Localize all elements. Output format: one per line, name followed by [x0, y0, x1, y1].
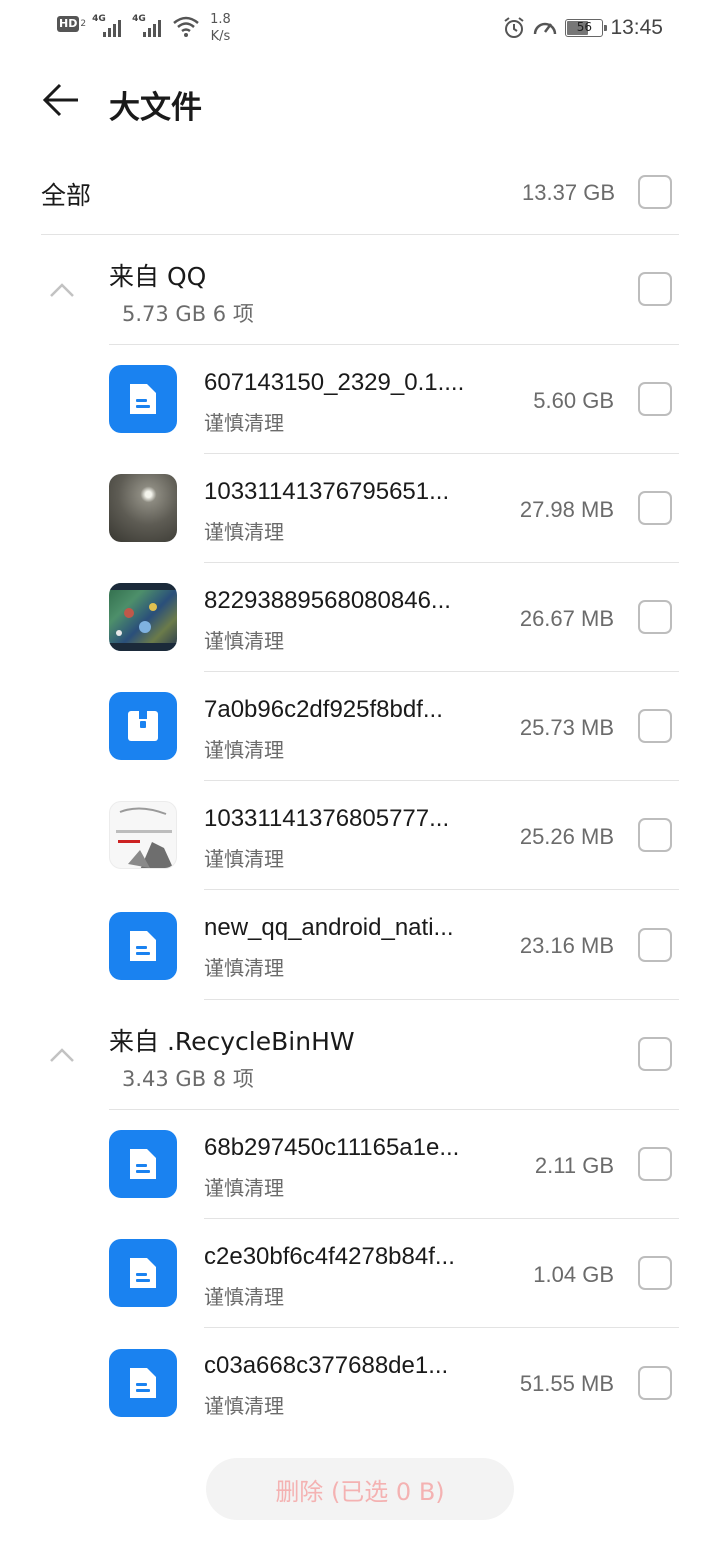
hd-sub-label: 2	[80, 19, 87, 29]
file-row[interactable]: c03a668c377688de1... 谨慎清理 51.55 MB	[0, 1328, 720, 1437]
page-title: 大文件	[109, 90, 202, 126]
file-name: 68b297450c11165a1e...	[204, 1134, 460, 1161]
file-checkbox[interactable]	[638, 928, 672, 962]
hd-label: HD	[57, 16, 80, 32]
select-all-row[interactable]: 全部 13.37 GB	[41, 160, 679, 235]
file-note: 谨慎清理	[204, 847, 284, 871]
file-checkbox[interactable]	[638, 600, 672, 634]
file-row[interactable]: 10331141376795651... 谨慎清理 27.98 MB	[0, 454, 720, 563]
group-checkbox[interactable]	[638, 272, 672, 306]
chevron-up-icon[interactable]	[49, 282, 75, 298]
file-size: 26.67 MB	[519, 606, 614, 631]
document-icon	[109, 365, 177, 433]
battery-level: 56	[576, 20, 593, 34]
back-button[interactable]	[36, 80, 86, 124]
wifi-icon	[172, 14, 200, 38]
file-checkbox[interactable]	[638, 382, 672, 416]
document-icon	[109, 1130, 177, 1198]
group-title: 来自 QQ	[109, 262, 207, 291]
delete-button[interactable]: 删除 (已选 0 B)	[206, 1458, 514, 1520]
file-checkbox[interactable]	[638, 1256, 672, 1290]
status-right: 56 13:45	[503, 14, 663, 42]
archive-icon	[109, 692, 177, 760]
file-row[interactable]: c2e30bf6c4f4278b84f... 谨慎清理 1.04 GB	[0, 1219, 720, 1328]
status-bar: HD 2 4G 4G 1.8 K/s 56 13:45	[0, 0, 720, 56]
status-left: HD 2 4G 4G 1.8 K/s	[57, 11, 231, 45]
file-size: 25.73 MB	[519, 715, 614, 740]
document-icon	[109, 912, 177, 980]
file-checkbox[interactable]	[638, 1366, 672, 1400]
select-all-label: 全部	[41, 181, 92, 210]
group-title: 来自 .RecycleBinHW	[109, 1027, 355, 1056]
file-row[interactable]: 82293889568080846... 谨慎清理 26.67 MB	[0, 563, 720, 672]
file-row[interactable]: 607143150_2329_0.1.... 谨慎清理 5.60 GB	[0, 345, 720, 454]
file-name: new_qq_android_nati...	[204, 914, 454, 941]
file-size: 1.04 GB	[533, 1262, 614, 1287]
file-size: 27.98 MB	[519, 497, 614, 522]
chevron-up-icon[interactable]	[49, 1047, 75, 1063]
file-name: 10331141376805777...	[204, 805, 450, 832]
delete-button-label: 删除 (已选 0 B)	[275, 1477, 445, 1506]
group-header-qq[interactable]: 来自 QQ 5.73 GB 6 项	[0, 235, 720, 345]
network-speed-value: 1.8	[210, 12, 231, 27]
file-row[interactable]: 7a0b96c2df925f8bdf... 谨慎清理 25.73 MB	[0, 672, 720, 781]
alarm-icon	[503, 16, 525, 40]
photo-thumbnail-light	[109, 801, 177, 869]
document-icon	[109, 1349, 177, 1417]
signal-icon: 4G	[92, 14, 126, 38]
app-header: 大文件	[0, 60, 720, 146]
file-size: 25.26 MB	[519, 824, 614, 849]
file-note: 谨慎清理	[204, 520, 284, 544]
file-note: 谨慎清理	[204, 956, 284, 980]
arrow-left-icon	[42, 83, 80, 121]
group-subtitle: 5.73 GB 6 项	[122, 302, 254, 326]
file-checkbox[interactable]	[638, 818, 672, 852]
file-name: 7a0b96c2df925f8bdf...	[204, 696, 443, 723]
hd-badge: HD 2	[57, 14, 86, 34]
group-subtitle: 3.43 GB 8 项	[122, 1067, 254, 1091]
file-row[interactable]: 68b297450c11165a1e... 谨慎清理 2.11 GB	[0, 1110, 720, 1219]
signal-icon: 4G	[132, 14, 166, 38]
file-row[interactable]: new_qq_android_nati... 谨慎清理 23.16 MB	[0, 890, 720, 1000]
file-checkbox[interactable]	[638, 491, 672, 525]
select-all-checkbox[interactable]	[638, 175, 672, 209]
photo-thumbnail-dark	[109, 474, 177, 542]
group-header-recyclebin[interactable]: 来自 .RecycleBinHW 3.43 GB 8 项	[0, 1000, 720, 1110]
file-row[interactable]: 10331141376805777... 谨慎清理 25.26 MB	[0, 781, 720, 890]
file-size: 23.16 MB	[519, 933, 614, 958]
file-name: 607143150_2329_0.1....	[204, 369, 465, 396]
group-checkbox[interactable]	[638, 1037, 672, 1071]
file-note: 谨慎清理	[204, 1285, 284, 1309]
speed-icon	[532, 16, 558, 40]
file-name: c2e30bf6c4f4278b84f...	[204, 1243, 455, 1270]
clock: 13:45	[610, 16, 663, 39]
total-size: 13.37 GB	[522, 180, 615, 205]
file-checkbox[interactable]	[638, 1147, 672, 1181]
document-icon	[109, 1239, 177, 1307]
file-checkbox[interactable]	[638, 709, 672, 743]
battery-icon: 56	[565, 19, 608, 37]
photo-thumbnail-game	[109, 583, 177, 651]
network-speed: 1.8 K/s	[210, 11, 231, 45]
file-name: 82293889568080846...	[204, 587, 451, 614]
file-name: c03a668c377688de1...	[204, 1352, 449, 1379]
file-size: 2.11 GB	[534, 1153, 614, 1178]
file-size: 51.55 MB	[519, 1371, 614, 1396]
file-note: 谨慎清理	[204, 629, 284, 653]
file-note: 谨慎清理	[204, 1394, 284, 1418]
file-name: 10331141376795651...	[204, 478, 450, 505]
network-speed-unit: K/s	[210, 29, 231, 44]
file-size: 5.60 GB	[533, 388, 614, 413]
file-note: 谨慎清理	[204, 738, 284, 762]
file-note: 谨慎清理	[204, 1176, 284, 1200]
file-note: 谨慎清理	[204, 411, 284, 435]
